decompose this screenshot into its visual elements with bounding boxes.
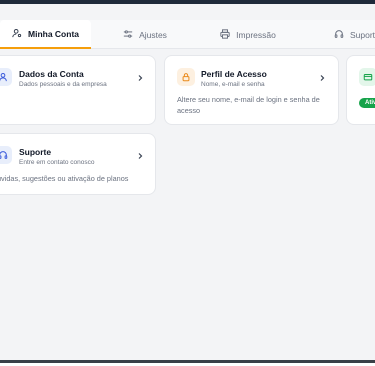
- card-suporte[interactable]: Suporte Entre em contato conosco úvidas,…: [0, 133, 156, 195]
- card-plano[interactable]: Ativ: [346, 55, 375, 125]
- tab-label: Impressão: [236, 29, 276, 40]
- card-description: úvidas, sugestões ou ativação de planos: [0, 174, 129, 183]
- card-subtitle: Nome, e-mail e senha: [201, 81, 265, 88]
- tab-impressao[interactable]: Impressão: [200, 20, 296, 49]
- chevron-right-icon: [138, 153, 143, 159]
- chevron-right-icon: [320, 75, 325, 81]
- card-title: Dados da Conta: [19, 69, 84, 79]
- tab-bar: Minha Conta Ajustes Impressão Suport: [0, 20, 375, 49]
- user-icon: [0, 68, 12, 86]
- lock-icon: [177, 68, 195, 86]
- status-badge: Ativ: [359, 98, 375, 108]
- card-description: Altere seu nome, e-mail de login e senha…: [177, 95, 320, 115]
- headset-icon: [0, 146, 12, 164]
- tab-label: Suporte: [350, 29, 375, 40]
- chevron-right-icon: [138, 75, 143, 81]
- tab-label: Ajustes: [139, 29, 167, 40]
- printer-icon: [220, 28, 230, 41]
- headset-icon: [334, 29, 344, 41]
- card-title: Perfil de Acesso: [201, 69, 267, 79]
- card-subtitle: Dados pessoais e da empresa: [19, 81, 107, 88]
- tab-suporte[interactable]: Suporte: [334, 20, 375, 49]
- user-gear-icon: [12, 28, 22, 40]
- card-subtitle: Entre em contato conosco: [19, 159, 95, 166]
- tab-ajustes[interactable]: Ajustes: [103, 20, 187, 49]
- sliders-icon: [123, 29, 133, 41]
- credit-card-icon: [359, 68, 375, 86]
- card-dados-da-conta[interactable]: Dados da Conta Dados pessoais e da empre…: [0, 55, 156, 125]
- tab-minha-conta[interactable]: Minha Conta: [0, 20, 91, 49]
- app-window: Minha Conta Ajustes Impressão Suport Dad…: [0, 0, 375, 363]
- card-perfil-de-acesso[interactable]: Perfil de Acesso Nome, e-mail e senha Al…: [164, 55, 339, 125]
- card-title: Suporte: [19, 147, 52, 157]
- tab-label: Minha Conta: [28, 28, 79, 39]
